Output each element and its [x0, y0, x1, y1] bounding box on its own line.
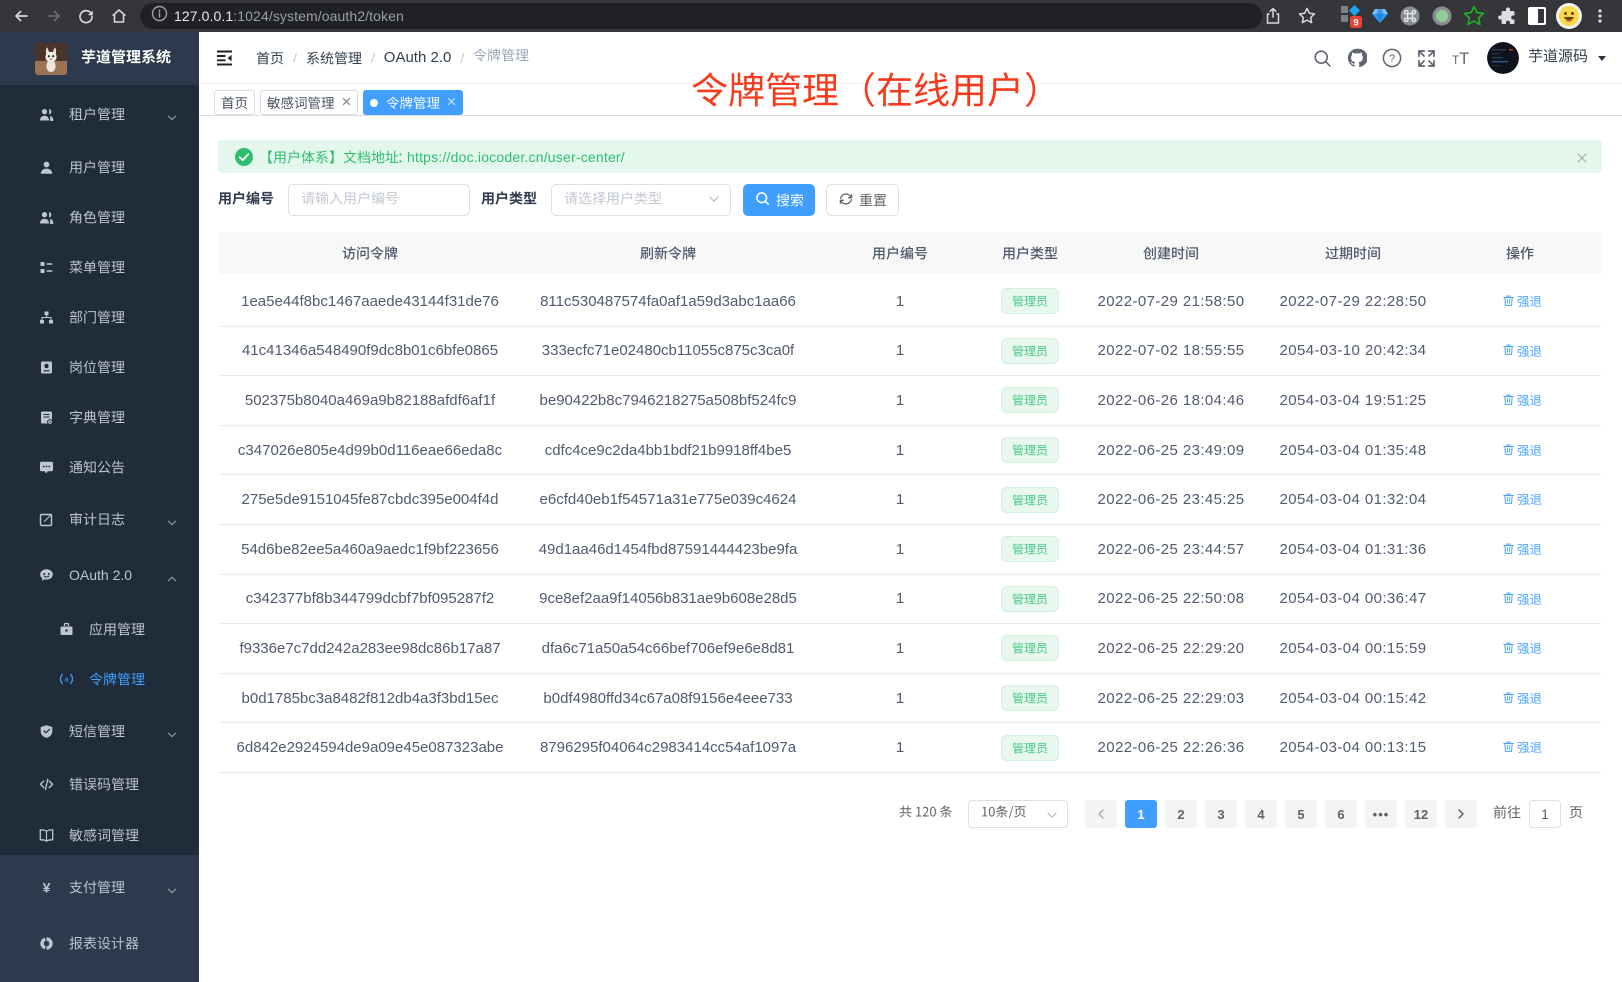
svg-text:9: 9 [1353, 18, 1358, 29]
svg-text:?: ? [1388, 53, 1394, 65]
svg-text:T: T [1459, 49, 1469, 67]
svg-text:a: a [64, 674, 69, 683]
svg-text:¥: ¥ [43, 880, 51, 895]
